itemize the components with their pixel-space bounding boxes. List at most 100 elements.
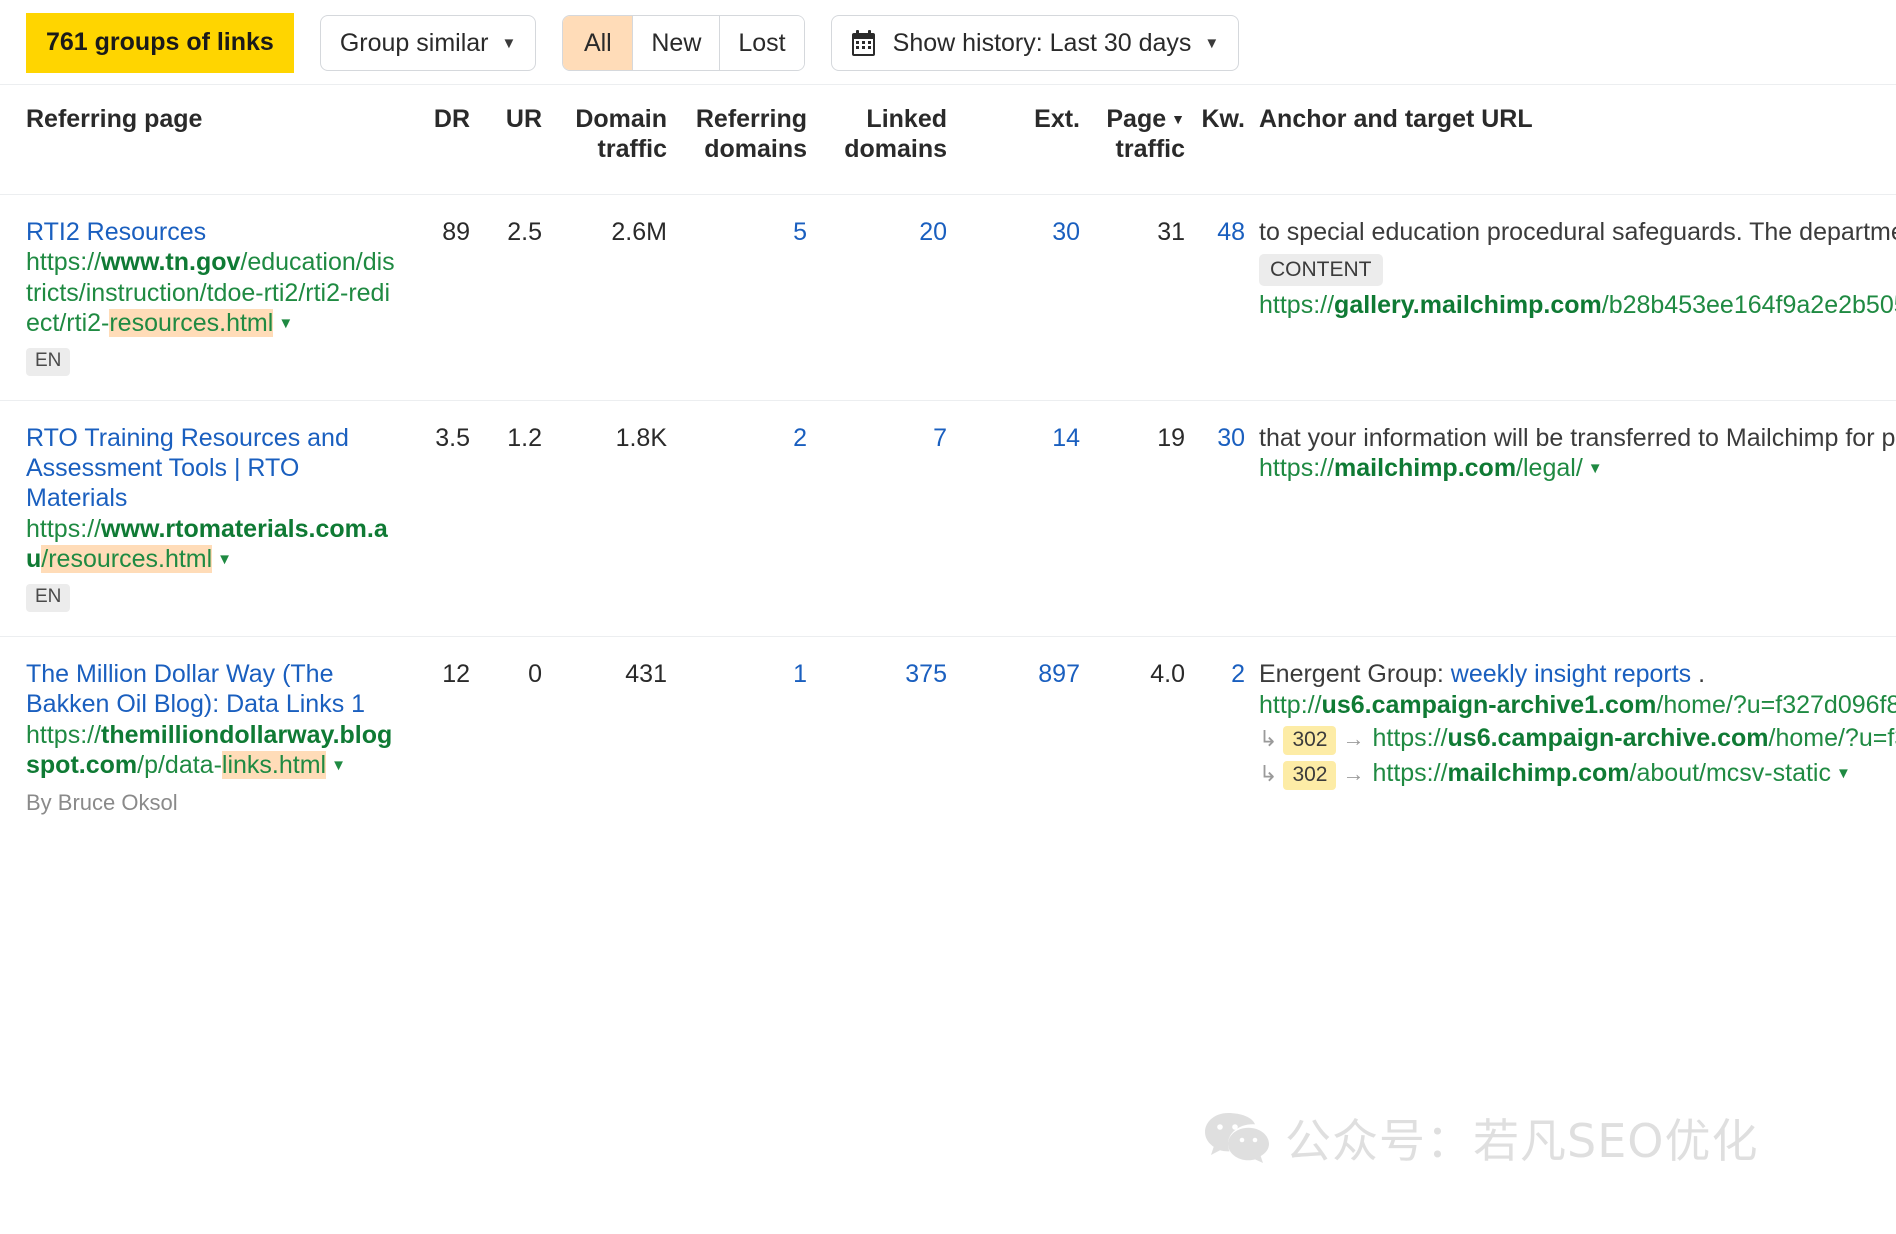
anchor-link[interactable]: weekly insight reports (1451, 660, 1691, 688)
chevron-down-icon: ▼ (502, 36, 517, 51)
target-url[interactable]: http://us6.campaign-archive1.com/home/?u… (1259, 690, 1896, 720)
table-row: RTO Training Resources and Assessment To… (0, 400, 1896, 636)
anchor-text-pre: to special education procedural safeguar… (1259, 218, 1896, 246)
caret-down-icon[interactable]: ▼ (217, 551, 232, 569)
filter-tab-all[interactable]: All (563, 16, 633, 70)
referring-page-title-link[interactable]: RTO Training Resources and Assessment To… (26, 423, 396, 514)
anchor-text: to special education procedural safeguar… (1259, 218, 1896, 246)
referring-page-title-link[interactable]: RTI2 Resources (26, 217, 396, 247)
caret-down-icon[interactable]: ▼ (1836, 765, 1851, 783)
linked-domains-value[interactable]: 20 (807, 195, 947, 401)
redirect-hop: ↳302→ https://mailchimp.com/about/mcsv-st… (1259, 758, 1896, 790)
url-protocol: https:// (26, 721, 101, 749)
column-header-page-traffic[interactable]: Page▼ traffic (1080, 85, 1185, 195)
ext-value[interactable]: 14 (947, 400, 1080, 636)
chevron-down-icon: ▼ (1204, 36, 1219, 51)
column-header-referring-domains-line1: Referring (696, 105, 807, 133)
column-header-referring-domains-line2: domains (704, 135, 807, 163)
column-header-domain-traffic-line2: traffic (598, 135, 667, 163)
anchor-and-target-cell: that your information will be transferre… (1245, 400, 1896, 636)
caret-down-icon[interactable]: ▼ (331, 757, 346, 775)
caret-down-icon[interactable]: ▼ (278, 315, 293, 333)
anchor-text: that your information will be transferre… (1259, 424, 1896, 452)
table-row: RTI2 Resources https://www.tn.gov/educat… (0, 195, 1896, 401)
column-header-page-traffic-line2: traffic (1116, 135, 1185, 163)
dr-value: 12 (410, 637, 470, 841)
linked-domains-value[interactable]: 375 (807, 637, 947, 841)
show-history-dropdown[interactable]: Show history: Last 30 days ▼ (831, 15, 1240, 71)
column-header-domain-traffic-line1: Domain (575, 105, 667, 133)
table-body: RTI2 Resources https://www.tn.gov/educat… (0, 195, 1896, 841)
status-code-badge: 302 (1283, 761, 1336, 790)
domain-traffic-value: 2.6M (542, 195, 667, 401)
redirect-arrow-icon: → (1342, 761, 1364, 786)
linked-domains-value[interactable]: 7 (807, 400, 947, 636)
caret-down-icon[interactable]: ▼ (1588, 460, 1603, 478)
watermark: 公众号：若凡SEO优化 (1203, 1105, 1758, 1171)
column-header-referring-page[interactable]: Referring page (0, 85, 410, 195)
link-status-filter: All New Lost (562, 15, 804, 71)
referring-page-url[interactable]: https://www.tn.gov/education/districts/i… (26, 247, 396, 338)
ext-value[interactable]: 897 (947, 637, 1080, 841)
group-similar-dropdown[interactable]: Group similar ▼ (320, 15, 537, 71)
redirect-url-domain: us6.campaign-archive.com (1448, 724, 1769, 752)
url-domain: www.tn.gov (101, 248, 240, 276)
backlinks-table: Referring page DR UR Domain traffic Refe… (0, 84, 1896, 841)
column-header-kw[interactable]: Kw. (1185, 85, 1245, 195)
watermark-text: 公众号：若凡SEO优化 (1285, 1105, 1758, 1171)
url-path-highlight: /resources.html (41, 545, 212, 573)
anchor-and-target-cell: to special education procedural safeguar… (1245, 195, 1896, 401)
referring-page-cell: RTO Training Resources and Assessment To… (0, 400, 410, 636)
referring-page-title-link[interactable]: The Million Dollar Way (The Bakken Oil B… (26, 659, 396, 720)
redirect-hook-icon: ↳ (1259, 761, 1277, 786)
filter-tab-new[interactable]: New (633, 16, 720, 70)
table-header: Referring page DR UR Domain traffic Refe… (0, 85, 1896, 195)
redirect-target-url[interactable]: https://us6.campaign-archive.com/home/?u… (1372, 724, 1896, 752)
referring-domains-value[interactable]: 5 (667, 195, 807, 401)
column-header-anchor-and-target-url[interactable]: Anchor and target URL (1245, 85, 1896, 195)
target-url-domain: us6.campaign-archive1.com (1322, 691, 1657, 719)
kw-value[interactable]: 30 (1185, 400, 1245, 636)
column-header-linked-domains-line1: Linked (866, 105, 947, 133)
column-header-linked-domains-line2: domains (844, 135, 947, 163)
referring-domains-value[interactable]: 2 (667, 400, 807, 636)
column-header-dr[interactable]: DR (410, 85, 470, 195)
filter-tab-lost[interactable]: Lost (720, 16, 803, 70)
column-header-linked-domains[interactable]: Linked domains (807, 85, 947, 195)
kw-value[interactable]: 48 (1185, 195, 1245, 401)
dr-value: 3.5 (410, 400, 470, 636)
target-url[interactable]: https://gallery.mailchimp.com/b28b453ee1… (1259, 290, 1896, 320)
anchor-text: Energent Group: weekly insight reports . (1259, 660, 1705, 688)
target-url-protocol: https:// (1259, 454, 1334, 482)
backlinks-report-page: 761 groups of links Group similar ▼ All … (0, 0, 1896, 1234)
target-url-path: /home/?u=f327d096f8bb3b115eb1c16bb&id=1e… (1656, 691, 1896, 719)
column-header-ur[interactable]: UR (470, 85, 542, 195)
url-path-highlight: resources.html (109, 309, 273, 337)
redirect-arrow-icon: → (1342, 726, 1364, 751)
table-row: The Million Dollar Way (The Bakken Oil B… (0, 637, 1896, 841)
referring-page-url[interactable]: https://www.rtomaterials.com.au/resource… (26, 514, 396, 575)
kw-value[interactable]: 2 (1185, 637, 1245, 841)
content-badge: CONTENT (1259, 254, 1383, 286)
redirect-url-protocol: https:// (1372, 759, 1447, 787)
column-header-referring-domains[interactable]: Referring domains (667, 85, 807, 195)
anchor-and-target-cell: Energent Group: weekly insight reports .… (1245, 637, 1896, 841)
target-url-protocol: https:// (1259, 291, 1334, 319)
anchor-text-pre: Energent Group: (1259, 660, 1451, 688)
groups-count-badge: 761 groups of links (26, 13, 294, 73)
redirect-target-url[interactable]: https://mailchimp.com/about/mcsv-static▼ (1372, 759, 1850, 787)
calendar-icon (851, 30, 876, 57)
dr-value: 89 (410, 195, 470, 401)
column-header-ext[interactable]: Ext. (947, 85, 1080, 195)
domain-traffic-value: 1.8K (542, 400, 667, 636)
referring-page-url[interactable]: https://themilliondollarway.blogspot.com… (26, 720, 396, 781)
column-header-domain-traffic[interactable]: Domain traffic (542, 85, 667, 195)
ext-value[interactable]: 30 (947, 195, 1080, 401)
url-path: /p/data- (137, 751, 222, 779)
target-url[interactable]: https://mailchimp.com/legal/▼ (1259, 453, 1896, 483)
language-badge: EN (26, 584, 70, 612)
referring-domains-value[interactable]: 1 (667, 637, 807, 841)
ur-value: 1.2 (470, 400, 542, 636)
page-traffic-value: 31 (1080, 195, 1185, 401)
group-similar-label: Group similar (340, 29, 489, 58)
